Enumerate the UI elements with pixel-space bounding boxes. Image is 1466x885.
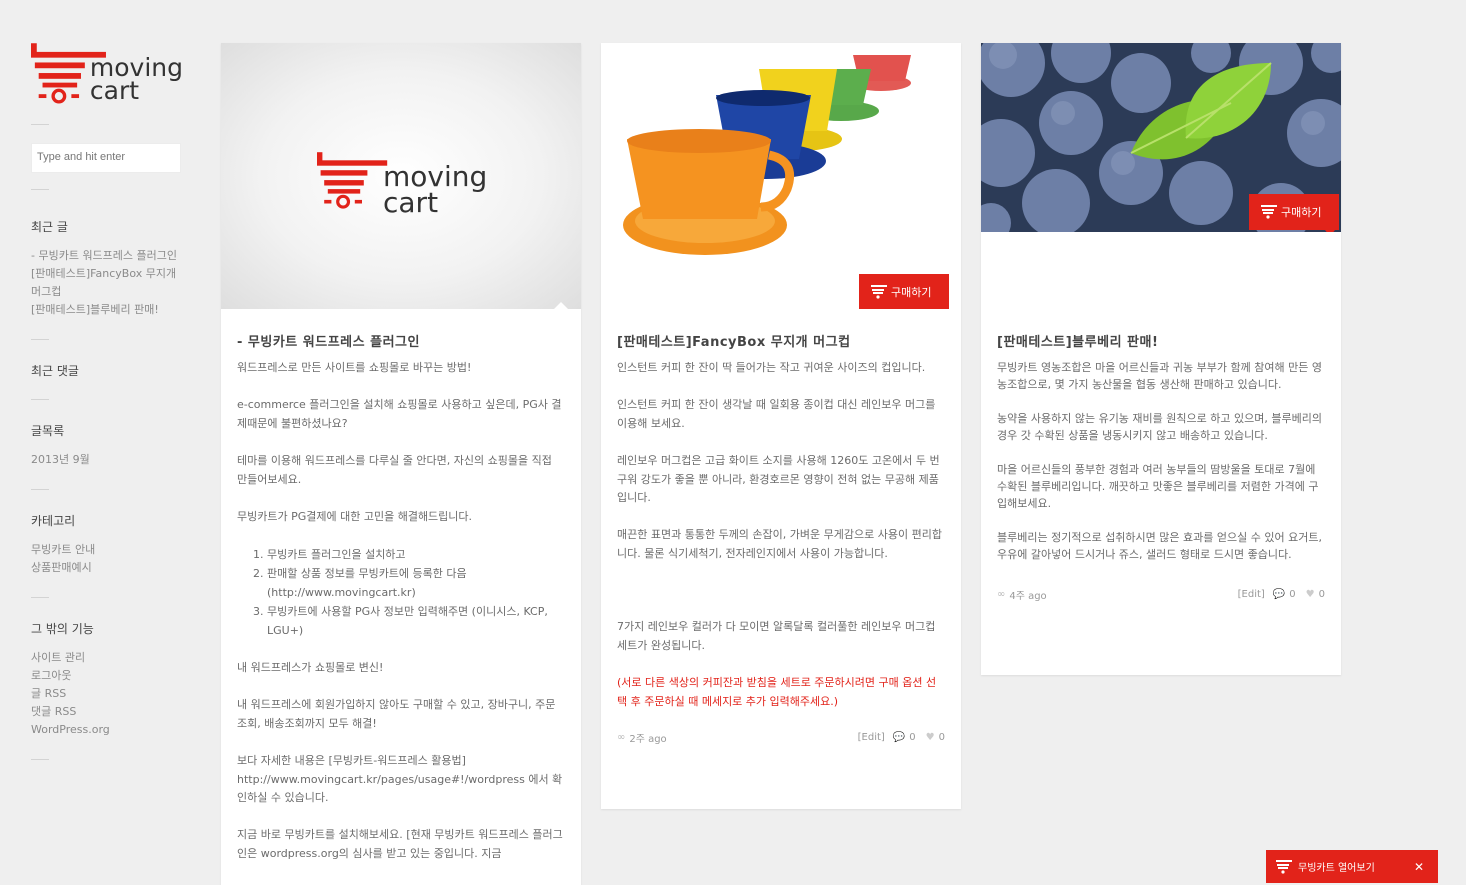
thumbnail-notch <box>554 302 568 309</box>
rainbow-mugs-image <box>623 55 911 255</box>
post-card: moving cart - 무빙카트 워드프레스 플러그인 워드프레스로 만든 … <box>221 43 581 885</box>
post-paragraph: 인스턴트 커피 한 잔이 딱 들어가는 작고 귀여운 사이즈의 컵입니다. <box>617 361 926 374</box>
category-link[interactable]: 무빙카트 안내 <box>31 541 183 559</box>
post-meta: ∞ 2주 ago [Edit] 💬 0 ♥ 0 <box>617 730 945 745</box>
meta-link[interactable]: 글 RSS <box>31 685 183 703</box>
divider <box>31 189 49 190</box>
post-thumbnail[interactable]: 구매하기 <box>981 43 1341 232</box>
comment-icon[interactable]: 💬 <box>893 732 905 743</box>
post-paragraph: 내 워드프레스가 쇼핑몰로 변신! <box>237 660 384 674</box>
edit-link[interactable]: [Edit] <box>1238 589 1265 600</box>
meta-link[interactable]: 로그아웃 <box>31 667 183 685</box>
post-thumbnail[interactable]: moving cart <box>221 43 581 309</box>
divider <box>31 339 49 340</box>
meta-link[interactable]: WordPress.org <box>31 721 183 739</box>
post-paragraph: 7가지 레인보우 컬러가 다 모이면 알록달록 컬러풀한 레인보우 머그컵 세트… <box>617 620 936 652</box>
post-paragraph: e-commerce 플러그인을 설치해 쇼핑몰로 사용하고 싶은데, PG사 … <box>237 398 562 430</box>
buy-label: 구매하기 <box>1281 206 1322 219</box>
divider <box>31 597 49 598</box>
cart-icon <box>1261 205 1277 219</box>
cart-icon <box>1276 859 1292 874</box>
meta-title: 그 밖의 기능 <box>31 622 94 636</box>
post-paragraph: 내 워드프레스에 회원가입하지 않아도 구매할 수 있고, 장바구니, 주문조회… <box>237 698 556 730</box>
logo-image-text: moving cart <box>383 163 487 219</box>
category-link[interactable]: 상품판매예시 <box>31 559 183 577</box>
meta-link[interactable]: 사이트 관리 <box>31 649 183 667</box>
post-paragraph: 농약을 사용하지 않는 유기농 재비를 원칙으로 하고 있으며, 블루베리의 경… <box>997 412 1322 442</box>
list-item: 판매할 상품 정보를 무빙카트에 등록한 다음 (http://www.movi… <box>267 564 565 602</box>
logo-image: moving cart <box>317 146 487 219</box>
comment-count: 0 <box>909 731 916 743</box>
logo[interactable]: moving cart <box>31 42 183 112</box>
close-icon[interactable]: ✕ <box>1414 860 1424 874</box>
post-time[interactable]: 2주 ago <box>629 730 857 745</box>
logo-line2: cart <box>89 76 140 105</box>
like-count: 0 <box>1318 589 1325 600</box>
post-paragraph: 무빙카트 영농조합은 마을 어르신들과 귀농 부부가 함께 참여해 만든 영농조… <box>997 361 1322 391</box>
post-paragraph: 지금 바로 무빙카트를 설치해보세요. [현재 무빙카트 워드프레스 플러그인은… <box>237 828 563 860</box>
edit-link[interactable]: [Edit] <box>858 732 885 743</box>
link-icon: ∞ <box>617 731 626 743</box>
comment-icon[interactable]: 💬 <box>1273 589 1285 600</box>
post-card: 구매하기 [판매테스트]FancyBox 무지개 머그컵 인스턴트 커피 한 잔… <box>601 43 961 809</box>
post-list: 무빙카트 플러그인을 설치하고 판매할 상품 정보를 무빙카트에 등록한 다음 … <box>267 545 565 640</box>
heart-icon[interactable]: ♥ <box>1306 589 1315 600</box>
recent-posts-title: 최근 글 <box>31 220 68 234</box>
logo-text: moving cart <box>89 55 183 105</box>
order-notice: (서로 다른 색상의 커피잔과 받침을 세트로 주문하시려면 구매 옵션 선택 … <box>617 675 937 708</box>
post-meta: ∞ 4주 ago [Edit] 💬 0 ♥ 0 <box>997 587 1325 602</box>
sidebar: moving cart Type and hit enter 최근 글 - 무빙… <box>31 42 183 778</box>
buy-button[interactable]: 구매하기 <box>859 274 949 309</box>
divider <box>31 489 49 490</box>
meta-link[interactable]: 댓글 RSS <box>31 703 183 721</box>
recent-post-link[interactable]: - 무빙카트 워드프레스 플러그인 <box>31 247 183 265</box>
post-paragraph: 매끈한 표면과 통통한 두께의 손잡이, 가벼운 무게감으로 사용이 편리합니다… <box>617 528 942 560</box>
archives-title: 글목록 <box>31 424 65 438</box>
post-paragraph: 보다 자세한 내용은 [무빙카트-워드프레스 활용법] http://www.m… <box>237 753 563 805</box>
list-item: 무빙카트 플러그인을 설치하고 <box>267 545 565 564</box>
link-icon: ∞ <box>997 589 1006 600</box>
post-paragraph: 테마를 이용해 워드프레스를 다루실 줄 안다면, 자신의 쇼핑몰을 직접 만들… <box>237 453 552 486</box>
cart-icon <box>871 285 887 299</box>
post-paragraph: 무빙카트가 PG결제에 대한 고민을 해결해드립니다. <box>237 509 473 523</box>
post-card: 구매하기 [판매테스트]블루베리 판매! 무빙카트 영농조합은 마을 어르신들과… <box>981 43 1341 675</box>
divider <box>31 399 49 400</box>
post-paragraph: 워드프레스로 만든 사이트를 쇼핑몰로 바꾸는 방법! <box>237 361 472 374</box>
post-paragraph: 인스턴트 커피 한 잔이 생각날 때 일회용 종이컵 대신 레인보우 머그를 이… <box>617 398 936 430</box>
post-paragraph: 레인보우 머그컵은 고급 화이트 소지를 사용해 1260도 고온에서 두 번 … <box>617 453 940 505</box>
post-title[interactable]: [판매테스트]블루베리 판매! <box>997 331 1325 350</box>
post-title[interactable]: - 무빙카트 워드프레스 플러그인 <box>237 331 565 350</box>
recent-post-link[interactable]: [판매테스트]FancyBox 무지개 머그컵 <box>31 265 183 301</box>
post-paragraph: 마을 어르신들의 풍부한 경험과 여러 농부들의 땀방울을 토대로 7월에 수확… <box>997 463 1319 510</box>
comment-count: 0 <box>1289 589 1296 600</box>
divider <box>31 124 49 125</box>
post-title[interactable]: [판매테스트]FancyBox 무지개 머그컵 <box>617 331 945 350</box>
post-paragraph: 블루베리는 정기적으로 섭취하시면 많은 효과를 얻으실 수 있어 요거트, 우… <box>997 531 1322 561</box>
like-count: 0 <box>938 731 945 743</box>
heart-icon[interactable]: ♥ <box>926 732 935 743</box>
post-thumbnail[interactable]: 구매하기 <box>601 43 961 309</box>
categories-title: 카테고리 <box>31 514 76 528</box>
logo-line2: cart <box>383 186 439 219</box>
list-item: 무빙카트에 사용할 PG사 정보만 입력해주면 (이니시스, KCP, LGU+… <box>267 602 565 640</box>
open-movingcart-label: 무빙카트 열어보기 <box>1298 863 1375 874</box>
open-movingcart-bar[interactable]: 무빙카트 열어보기 ✕ <box>1266 850 1438 883</box>
cart-logo-icon <box>317 152 388 209</box>
divider <box>31 759 49 760</box>
buy-button[interactable]: 구매하기 <box>1249 194 1339 232</box>
search-input[interactable]: Type and hit enter <box>31 143 181 173</box>
buy-label: 구매하기 <box>891 286 932 299</box>
recent-post-link[interactable]: [판매테스트]블루베리 판매! <box>31 301 183 319</box>
post-time[interactable]: 4주 ago <box>1009 587 1237 602</box>
recent-comments-title: 최근 댓글 <box>31 364 79 378</box>
archive-link[interactable]: 2013년 9월 <box>31 451 183 469</box>
